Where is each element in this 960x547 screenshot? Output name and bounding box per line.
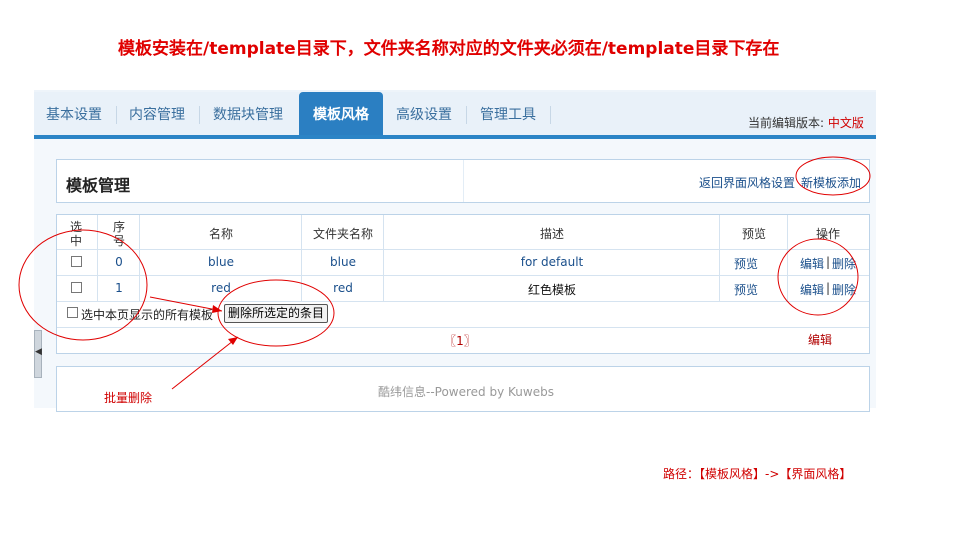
- page-title: 模板管理: [66, 176, 131, 195]
- header-index-line2: 号: [112, 234, 125, 248]
- tab-content-management[interactable]: 内容管理: [118, 92, 196, 135]
- header-operations: 操作: [815, 227, 840, 241]
- row-preview-link[interactable]: 预览: [720, 281, 772, 298]
- header-folder-name: 文件夹名称: [312, 227, 373, 241]
- row-folder: red: [333, 281, 353, 295]
- bottom-edit-link[interactable]: 编辑: [800, 331, 840, 348]
- tab-basic-settings[interactable]: 基本设置: [34, 92, 114, 135]
- header-select-line2: 中: [69, 234, 82, 248]
- select-all-label: 选中本页显示的所有模板: [81, 308, 214, 322]
- path-annotation: 路径：【模板风格】->【界面风格】: [663, 467, 852, 481]
- tab-data-block-management[interactable]: 数据块管理: [201, 92, 295, 135]
- row-edit-link[interactable]: 编辑: [799, 255, 825, 272]
- tab-separator: [116, 106, 117, 124]
- batch-delete-annotation: 批量删除: [104, 391, 153, 405]
- instruction-banner: 模板安装在/template目录下，文件夹名称对应的文件夹必须在/templat…: [118, 39, 780, 59]
- row-edit-link[interactable]: 编辑: [799, 281, 825, 298]
- row-delete-link[interactable]: 删除: [831, 255, 857, 272]
- row-checkbox[interactable]: [71, 282, 82, 293]
- row-name: blue: [208, 255, 234, 269]
- tab-management-tools[interactable]: 管理工具: [470, 92, 546, 135]
- header-description: 描述: [539, 227, 564, 241]
- version-label: 当前编辑版本:: [748, 116, 825, 130]
- row-delete-link[interactable]: 删除: [831, 281, 857, 298]
- row-checkbox[interactable]: [71, 256, 82, 267]
- header-name: 名称: [208, 227, 233, 241]
- version-language-link[interactable]: 中文版: [828, 116, 864, 130]
- row-description: 红色模板: [527, 283, 576, 297]
- select-all-checkbox[interactable]: [67, 307, 78, 318]
- row-index: 1: [115, 281, 123, 295]
- row-preview-link[interactable]: 预览: [720, 255, 772, 272]
- current-version: 当前编辑版本: 中文版: [748, 114, 864, 131]
- powered-by-footer: 酷纬信息--Powered by Kuwebs: [378, 385, 554, 399]
- tab-separator: [199, 106, 200, 124]
- back-to-style-settings-link[interactable]: 返回界面风格设置: [699, 174, 795, 191]
- tab-advanced-settings[interactable]: 高级设置: [386, 92, 462, 135]
- tab-separator: [550, 106, 551, 124]
- row-index: 0: [115, 255, 123, 269]
- delete-selected-button[interactable]: 删除所选定的条目: [224, 304, 328, 323]
- tab-template-style[interactable]: 模板风格: [299, 92, 383, 135]
- pager-page-1[interactable]: 〖1〗: [440, 332, 480, 349]
- row-name: red: [211, 281, 231, 295]
- add-new-template-link[interactable]: 新模板添加: [801, 174, 861, 191]
- tab-separator: [466, 106, 467, 124]
- header-preview: 预览: [741, 227, 766, 241]
- sidebar-collapse-handle[interactable]: ◀: [34, 330, 42, 378]
- row-description: for default: [520, 255, 584, 269]
- chevron-left-icon: ◀: [35, 347, 42, 357]
- row-folder: blue: [330, 255, 356, 269]
